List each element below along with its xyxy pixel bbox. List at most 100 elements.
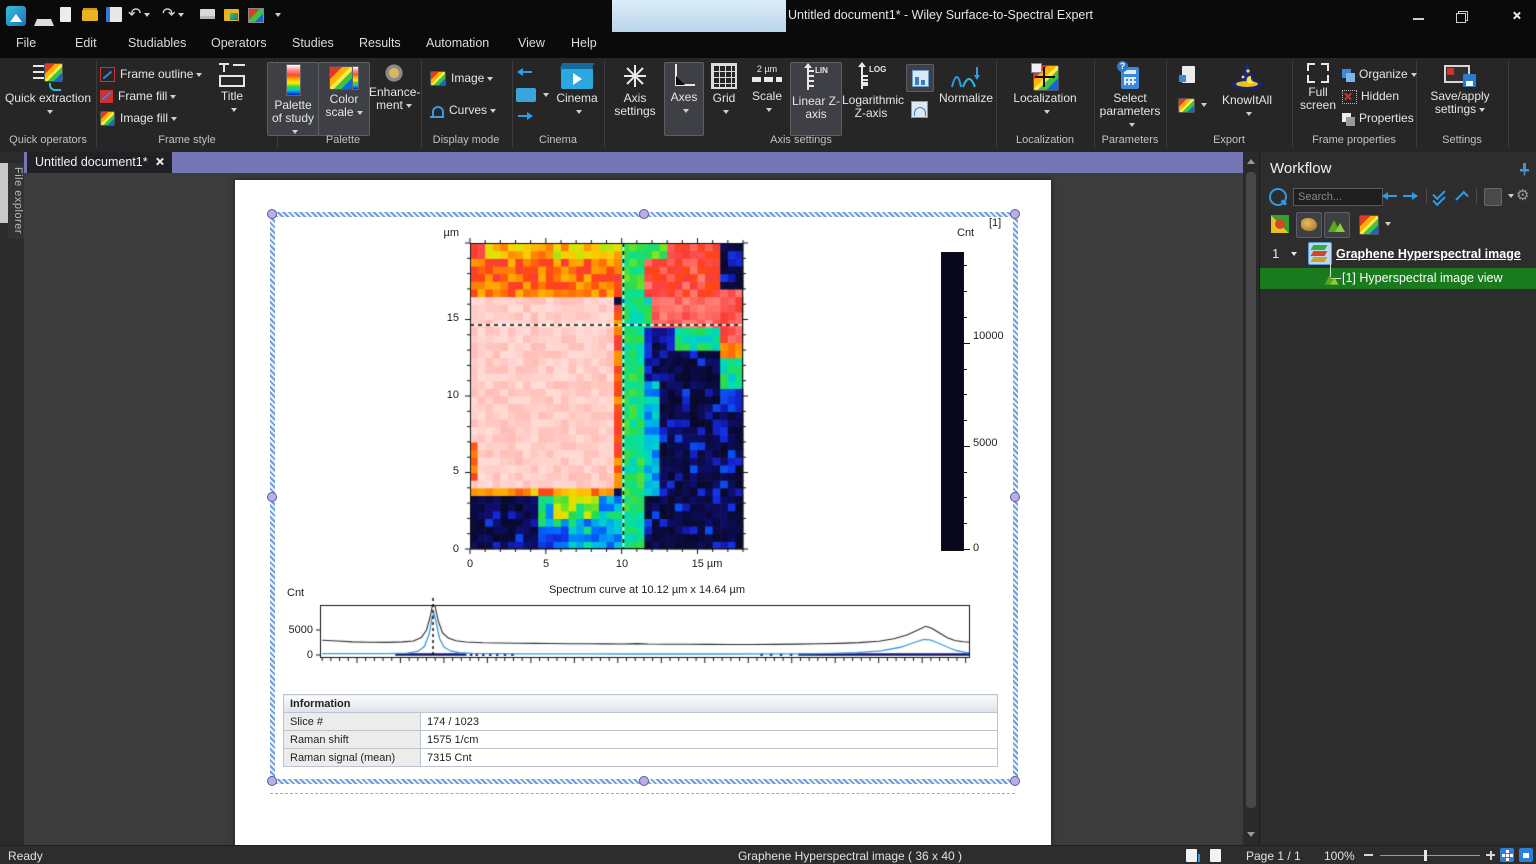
palette-of-study-button[interactable]: Palette of study bbox=[267, 62, 319, 136]
linear-z-axis-button[interactable]: LIN Linear Z-axis bbox=[790, 62, 842, 136]
cinema-button[interactable]: Cinema bbox=[550, 62, 604, 134]
menu-operators[interactable]: Operators bbox=[211, 36, 267, 50]
cinema-previous-icon[interactable] bbox=[518, 68, 532, 76]
menu-edit[interactable]: Edit bbox=[75, 36, 97, 50]
menu-automation[interactable]: Automation bbox=[426, 36, 489, 50]
image-fill-button[interactable]: Image fill bbox=[100, 108, 204, 128]
redo-button[interactable]: ↷ bbox=[162, 4, 184, 24]
surface-view-button[interactable] bbox=[1296, 212, 1322, 238]
quick-access-customize-icon[interactable] bbox=[275, 13, 281, 17]
minimize-button[interactable] bbox=[1402, 0, 1436, 32]
display-curves-button[interactable]: Curves bbox=[430, 100, 510, 120]
selection-handle[interactable] bbox=[1010, 776, 1020, 786]
open-document-icon[interactable] bbox=[82, 10, 98, 21]
workflow-child-item[interactable]: [1] Hyperspectral image view bbox=[1260, 268, 1536, 289]
undo-dropdown-icon[interactable] bbox=[144, 13, 150, 17]
save-document-icon[interactable] bbox=[106, 7, 122, 22]
localization-button[interactable]: Localization bbox=[1008, 62, 1082, 134]
scrollbar-thumb[interactable] bbox=[1246, 172, 1256, 808]
zoom-in-icon[interactable] bbox=[1486, 854, 1495, 856]
selection-handle[interactable] bbox=[267, 492, 277, 502]
selection-handle[interactable] bbox=[639, 776, 649, 786]
document-tab-close-icon[interactable] bbox=[155, 157, 164, 166]
multi-page-view-icon[interactable] bbox=[1210, 849, 1221, 862]
image-view-button[interactable] bbox=[1324, 212, 1350, 238]
filter-dropdown-icon[interactable] bbox=[1508, 194, 1514, 198]
display-image-button[interactable]: Image bbox=[430, 68, 510, 88]
hyperspectral-heatmap[interactable] bbox=[464, 237, 749, 555]
organize-button[interactable]: Organize bbox=[1342, 64, 1414, 84]
undo-button[interactable]: ↶ bbox=[128, 4, 150, 24]
filter-icon[interactable] bbox=[1484, 188, 1502, 206]
document-canvas[interactable]: [1] µm 15 10 5 0 0 5 10 15 µm Cnt 10000 … bbox=[24, 173, 1243, 845]
new-document-icon[interactable] bbox=[60, 7, 71, 22]
color-scale-button[interactable]: Color scale bbox=[318, 62, 370, 136]
frame-fill-button[interactable]: Frame fill bbox=[100, 86, 204, 106]
selection-handle[interactable] bbox=[1010, 492, 1020, 502]
workflow-item-expander-icon[interactable] bbox=[1291, 252, 1297, 256]
studiables-view-button[interactable] bbox=[1268, 212, 1292, 236]
menu-studies[interactable]: Studies bbox=[292, 36, 334, 50]
export-image-dropdown-icon[interactable] bbox=[1201, 103, 1207, 107]
hidden-button[interactable]: Hidden bbox=[1342, 86, 1414, 106]
cinema-frame-dropdown-icon[interactable] bbox=[543, 93, 549, 97]
normalize-button[interactable]: Normalize bbox=[938, 62, 994, 134]
spectrum-plot[interactable] bbox=[308, 596, 978, 666]
menu-view[interactable]: View bbox=[518, 36, 545, 50]
image-icon[interactable] bbox=[248, 8, 264, 23]
selection-handle[interactable] bbox=[267, 209, 277, 219]
workflow-root-item[interactable]: Graphene Hyperspectral image bbox=[1336, 247, 1521, 261]
expand-up-icon[interactable] bbox=[1455, 191, 1468, 204]
fit-width-icon[interactable] bbox=[1519, 848, 1533, 862]
axis-settings-button[interactable]: Axis settings bbox=[608, 62, 662, 134]
search-next-icon[interactable] bbox=[1403, 192, 1417, 200]
full-screen-button[interactable]: Full screen bbox=[1296, 62, 1340, 134]
export-folder-icon[interactable] bbox=[224, 9, 239, 21]
z-scale-curve-toggle[interactable] bbox=[906, 96, 932, 122]
scale-button[interactable]: 2 µm Scale bbox=[746, 62, 788, 134]
selection-handle[interactable] bbox=[639, 209, 649, 219]
menu-results[interactable]: Results bbox=[359, 36, 401, 50]
home-icon[interactable] bbox=[34, 8, 54, 26]
export-document-icon[interactable] bbox=[1182, 66, 1195, 83]
canvas-vertical-scrollbar[interactable] bbox=[1243, 152, 1259, 845]
menu-help[interactable]: Help bbox=[571, 36, 597, 50]
select-parameters-button[interactable]: ? Select parameters bbox=[1098, 62, 1162, 134]
palette-view-dropdown-icon[interactable] bbox=[1385, 222, 1391, 226]
studiable-layers-icon[interactable] bbox=[1308, 242, 1332, 265]
redo-dropdown-icon[interactable] bbox=[178, 13, 184, 17]
grid-button[interactable]: Grid bbox=[704, 62, 744, 134]
z-scale-image-toggle[interactable] bbox=[906, 64, 934, 92]
selection-handle[interactable] bbox=[267, 776, 277, 786]
palette-view-button[interactable] bbox=[1356, 212, 1380, 236]
title-button[interactable]: Title bbox=[206, 62, 258, 134]
knowitall-button[interactable]: KnowItAll bbox=[1216, 62, 1278, 134]
save-apply-settings-button[interactable]: Save/apply settings bbox=[1420, 62, 1500, 134]
zoom-out-icon[interactable] bbox=[1364, 854, 1373, 856]
menu-studiables[interactable]: Studiables bbox=[128, 36, 186, 50]
menu-file[interactable]: File bbox=[16, 36, 36, 50]
scrollbar-down-icon[interactable] bbox=[1247, 832, 1255, 837]
restore-button[interactable] bbox=[1446, 0, 1480, 32]
document-tab[interactable]: Untitled document1* bbox=[27, 152, 172, 173]
export-image-button[interactable] bbox=[1178, 98, 1193, 111]
fit-page-icon[interactable] bbox=[1500, 848, 1514, 862]
scrollbar-up-icon[interactable] bbox=[1247, 159, 1255, 164]
logarithmic-z-axis-button[interactable]: LOG Logarithmic Z-axis bbox=[842, 62, 900, 134]
properties-button[interactable]: Properties bbox=[1342, 108, 1414, 128]
workflow-search-input[interactable] bbox=[1293, 188, 1383, 206]
enhancement-button[interactable]: Enhance-ment bbox=[369, 62, 419, 134]
pin-icon[interactable] bbox=[1518, 162, 1530, 174]
cinema-frame-icon[interactable] bbox=[516, 88, 536, 102]
zoom-slider-track[interactable] bbox=[1380, 855, 1480, 856]
frame-outline-button[interactable]: Frame outline bbox=[100, 64, 204, 84]
zoom-slider-thumb[interactable] bbox=[1424, 850, 1427, 861]
single-page-view-icon[interactable] bbox=[1186, 849, 1197, 862]
cinema-next-icon[interactable] bbox=[518, 112, 532, 120]
axes-button[interactable]: Axes bbox=[664, 62, 704, 136]
selection-handle[interactable] bbox=[1010, 209, 1020, 219]
print-icon[interactable] bbox=[200, 9, 215, 19]
quick-extraction-button[interactable]: Quick extraction bbox=[4, 62, 92, 134]
file-explorer-tab[interactable]: File explorer bbox=[8, 163, 24, 239]
workflow-settings-gear-icon[interactable]: ⚙ bbox=[1516, 186, 1529, 204]
